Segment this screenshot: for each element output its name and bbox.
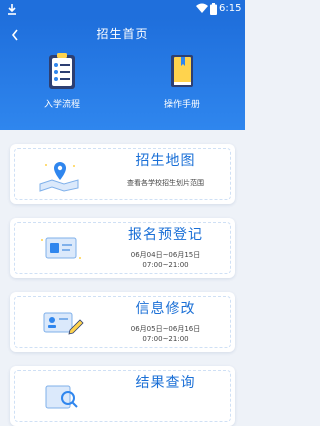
shortcut-user-manual[interactable]: 操作手册 bbox=[142, 52, 222, 116]
card-subtitle: 查看各学校招生划片范围 bbox=[127, 179, 204, 187]
shortcut-label: 入学流程 bbox=[43, 100, 80, 110]
card-time-range: 07:00~21:00 bbox=[142, 261, 189, 269]
card-info-edit[interactable]: 信息修改 06月05日~06月16日 07:00~21:00 bbox=[10, 292, 235, 352]
card-date-range: 06月04日~06月15日 bbox=[130, 251, 201, 259]
battery-icon bbox=[210, 3, 217, 15]
wifi-icon bbox=[196, 3, 208, 13]
card-title: 招生地图 bbox=[135, 153, 196, 169]
card-title: 报名预登记 bbox=[128, 227, 203, 243]
status-bar: 6:15 bbox=[0, 0, 245, 18]
book-icon bbox=[171, 55, 193, 87]
card-result-query[interactable]: 结果查询 bbox=[10, 366, 235, 426]
card-time-range: 07:00~21:00 bbox=[142, 335, 189, 343]
card-enrollment-map[interactable]: 招生地图 查看各学校招生划片范围 bbox=[10, 144, 235, 204]
card-title: 信息修改 bbox=[135, 301, 196, 317]
search-result-icon bbox=[45, 385, 78, 409]
card-registration[interactable]: 报名预登记 06月04日~06月15日 07:00~21:00 bbox=[10, 218, 235, 278]
status-time: 6:15 bbox=[219, 3, 242, 14]
shortcut-enrollment-process[interactable]: 入学流程 bbox=[22, 52, 102, 116]
id-card-icon bbox=[41, 237, 81, 259]
map-pin-icon bbox=[39, 162, 79, 192]
download-icon bbox=[8, 4, 16, 15]
page-title: 招生首页 bbox=[96, 27, 149, 41]
shortcut-label: 操作手册 bbox=[163, 100, 200, 110]
edit-card-icon bbox=[43, 312, 84, 335]
clipboard-list-icon bbox=[49, 53, 75, 89]
card-date-range: 06月05日~06月16日 bbox=[130, 325, 201, 333]
header: 招生首页 入学流程 操作手册 bbox=[0, 18, 245, 130]
card-title: 结果查询 bbox=[135, 375, 196, 391]
